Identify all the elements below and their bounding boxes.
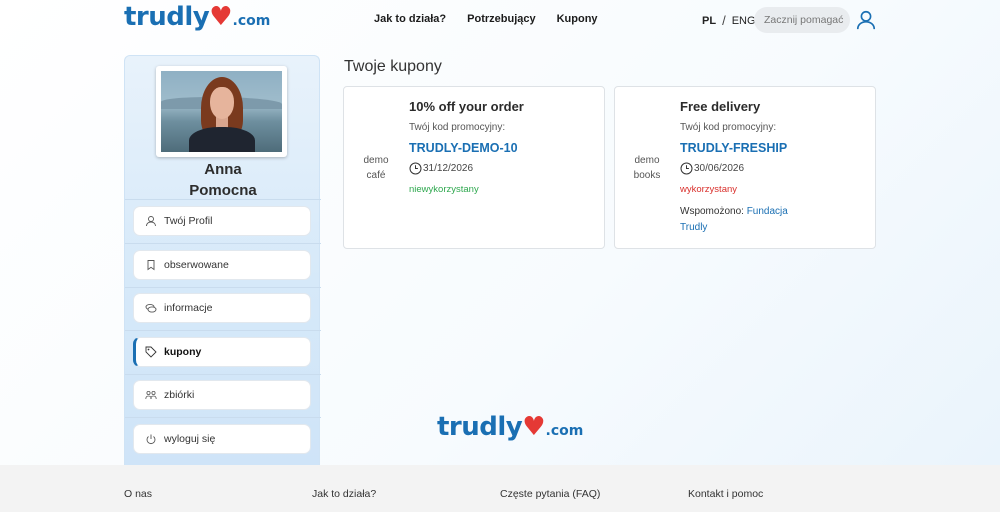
sidebar-menu: Twój Profil obserwowane informacje kupon… [133, 206, 311, 467]
profile-sidebar: Anna Pomocna Twój Profil obserwowane inf… [124, 55, 321, 467]
clock-icon [680, 162, 693, 175]
sidebar-item-logout[interactable]: wyloguj się [133, 423, 311, 454]
heart-icon: ♥ [209, 2, 233, 32]
sidebar-item-profile[interactable]: Twój Profil [133, 206, 311, 236]
coupon-expiry-date: 31/12/2026 [423, 163, 474, 174]
user-first-name: Anna [204, 161, 242, 178]
user-icon[interactable] [855, 9, 877, 31]
lang-en[interactable]: ENG [732, 15, 756, 27]
coupon-code[interactable]: TRUDLY-FRESHIP [680, 141, 870, 155]
people-icon [145, 389, 157, 401]
user-last-name: Pomocna [189, 182, 257, 199]
coupon-shop-logo: demo books [633, 155, 661, 181]
avatar [161, 71, 282, 152]
footer-link-about[interactable]: O nas [124, 488, 152, 500]
nav-beneficiaries[interactable]: Potrzebujący [467, 13, 535, 25]
coupon-shop-logo: demo café [363, 155, 389, 181]
sidebar-item-label: informacje [164, 302, 213, 314]
coupon-code-label: Twój kod promocyjny: [680, 122, 777, 133]
page-title: Twoje kupony [344, 58, 442, 75]
sidebar-item-label: zbiórki [164, 389, 195, 401]
coupon-expiry-date: 30/06/2026 [694, 163, 745, 174]
coupon-status: wykorzystany [680, 184, 738, 195]
site-header: trudly♥.com Jak to działa? Potrzebujący … [0, 0, 1000, 40]
footer-logo[interactable]: trudly♥.com [437, 412, 583, 442]
coupon-code[interactable]: TRUDLY-DEMO-10 [409, 141, 599, 155]
sidebar-item-watched[interactable]: obserwowane [133, 249, 311, 280]
coupon-code-label: Twój kod promocyjny: [409, 122, 506, 133]
coupon-expiry: 31/12/2026 [409, 162, 599, 175]
coupon-status: niewykorzystany [409, 184, 479, 195]
power-icon [145, 433, 157, 445]
coupon-title: 10% off your order [409, 99, 524, 114]
coupon-body: Free delivery Twój kod promocyjny: TRUDL… [680, 99, 870, 236]
coupon-body: 10% off your order Twój kod promocyjny: … [409, 99, 599, 195]
supported-org-link-line2[interactable]: Trudly [680, 222, 707, 233]
coupon-expiry: 30/06/2026 [680, 162, 870, 175]
sidebar-item-fundraisers[interactable]: zbiórki [133, 380, 311, 410]
coupon-supported: Wspomożono: Fundacja Trudly [680, 204, 870, 236]
sidebar-item-label: kupony [164, 345, 202, 358]
messages-icon [145, 302, 157, 314]
coupon-card: demo books Free delivery Twój kod promoc… [614, 86, 876, 249]
sidebar-item-label: obserwowane [164, 258, 229, 271]
user-name: Anna Pomocna [125, 159, 321, 201]
nav-coupons[interactable]: Kupony [557, 13, 598, 25]
lang-pl[interactable]: PL [702, 15, 716, 27]
site-footer: O nas Jak to działa? Częste pytania (FAQ… [0, 465, 1000, 512]
sidebar-item-label: Twój Profil [164, 215, 213, 227]
main-nav: Jak to działa? Potrzebujący Kupony [374, 13, 598, 25]
language-switcher: PL / ENG [702, 13, 756, 28]
coupon-title: Free delivery [680, 99, 761, 114]
sidebar-item-label: wyloguj się [164, 432, 216, 445]
footer-link-faq[interactable]: Częste pytania (FAQ) [500, 488, 600, 500]
avatar-frame [156, 66, 287, 157]
supported-org-link[interactable]: Fundacja [747, 206, 788, 217]
heart-icon: ♥ [522, 412, 546, 442]
divider [125, 199, 321, 200]
user-icon [145, 215, 157, 227]
supported-label: Wspomożono: [680, 206, 744, 217]
tag-icon [145, 346, 157, 358]
footer-link-how-it-works[interactable]: Jak to działa? [312, 488, 376, 500]
nav-how-it-works[interactable]: Jak to działa? [374, 13, 446, 25]
sidebar-item-messages[interactable]: informacje [133, 293, 311, 323]
lang-separator: / [722, 13, 726, 28]
search-input[interactable] [754, 7, 850, 33]
site-logo[interactable]: trudly♥.com [124, 2, 270, 32]
sidebar-item-coupons[interactable]: kupony [133, 336, 311, 367]
coupon-card: demo café 10% off your order Twój kod pr… [343, 86, 605, 249]
clock-icon [409, 162, 422, 175]
footer-link-contact[interactable]: Kontakt i pomoc [688, 488, 763, 500]
bookmark-icon [145, 259, 157, 271]
